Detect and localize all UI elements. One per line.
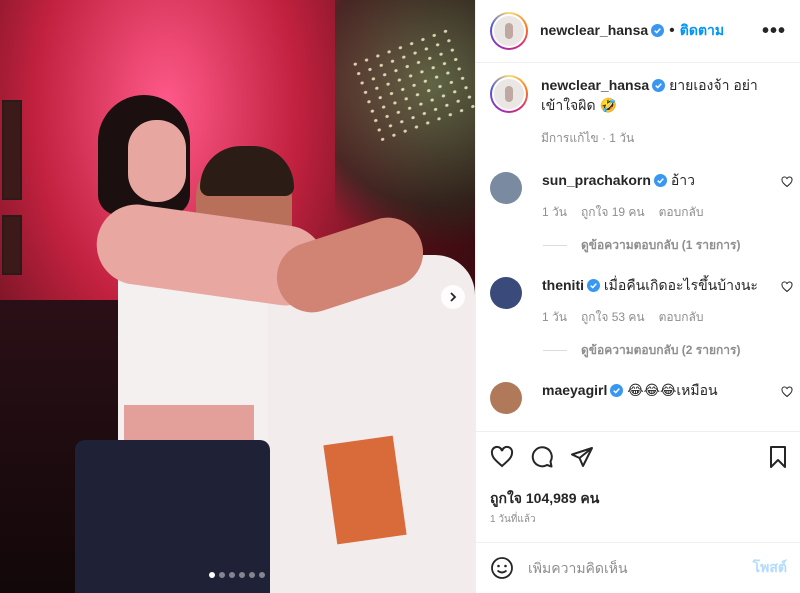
comment-text: 😂😂😂เหมือน: [627, 382, 718, 398]
comment-username[interactable]: theniti: [542, 277, 584, 293]
carousel-dot: [249, 572, 255, 578]
carousel-dot: [259, 572, 265, 578]
avatar[interactable]: [490, 277, 522, 309]
follow-button[interactable]: ติดตาม: [680, 20, 724, 42]
comment-likes[interactable]: ถูกใจ 19 คน: [581, 202, 645, 222]
header-username[interactable]: newclear_hansa: [540, 22, 648, 38]
carousel-dot: [209, 572, 215, 578]
photo-wall-frame: [2, 100, 22, 200]
caption-meta: มีการแก้ไข · 1 วัน: [541, 131, 635, 145]
comment-age: 1 วัน: [542, 310, 567, 324]
comment-username[interactable]: maeyagirl: [542, 382, 607, 398]
post-timestamp[interactable]: 1 วันที่แล้ว: [490, 512, 536, 527]
share-icon[interactable]: [570, 445, 594, 469]
post-side-panel: newclear_hansa • ติดตาม ••• newclear_han…: [475, 0, 800, 593]
heart-icon[interactable]: [781, 176, 793, 188]
comment-item: maeyagirl 😂😂😂เหมือน: [476, 380, 800, 414]
comment-age: 1 วัน: [542, 205, 567, 219]
photo-wall-frame: [2, 215, 22, 275]
comment-item: theniti เมื่อคืนเกิดอะไรขึ้นบ้างนะ 1 วัน…: [476, 275, 800, 327]
comment-meta: 1 วัน ถูกใจ 53 คน ตอบกลับ: [542, 307, 767, 327]
comment-input[interactable]: [528, 560, 753, 576]
header-user: newclear_hansa: [540, 22, 665, 40]
post-actions: [490, 445, 790, 475]
comments-list[interactable]: newclear_hansa ยายเองจ้า อย่าเข้าใจผิด 🤣…: [476, 63, 800, 432]
verified-badge-icon: [652, 79, 666, 92]
post-button[interactable]: โพสต์: [753, 557, 787, 579]
view-replies-button[interactable]: ดูข้อความตอบกลับ (1 รายการ): [543, 236, 800, 255]
header-separator: •: [669, 22, 675, 39]
post-header: newclear_hansa • ติดตาม •••: [476, 0, 800, 63]
verified-badge-icon: [610, 384, 624, 397]
photo-paper: [323, 435, 407, 545]
avatar[interactable]: [490, 382, 522, 414]
comment-body: maeyagirl 😂😂😂เหมือน: [542, 380, 767, 414]
view-replies-button[interactable]: ดูข้อความตอบกลับ (2 รายการ): [543, 341, 800, 360]
comment-username[interactable]: sun_prachakorn: [542, 172, 651, 188]
more-icon[interactable]: •••: [762, 20, 786, 43]
comment-text: อ้าว: [670, 172, 695, 188]
likes-count[interactable]: ถูกใจ 104,989 คน: [490, 488, 599, 510]
carousel-next-button[interactable]: [441, 285, 465, 309]
avatar[interactable]: [490, 12, 528, 50]
emoji-icon[interactable]: [490, 556, 514, 580]
comment-icon[interactable]: [530, 445, 554, 469]
bookmark-icon[interactable]: [766, 445, 790, 469]
view-replies-label: ดูข้อความตอบกลับ (2 รายการ): [581, 343, 741, 357]
reply-button[interactable]: ตอบกลับ: [659, 202, 704, 222]
caption-text-block: newclear_hansa ยายเองจ้า อย่าเข้าใจผิด 🤣: [541, 75, 787, 115]
verified-badge-icon: [587, 279, 600, 292]
photo-person-face: [128, 120, 186, 202]
avatar[interactable]: [490, 75, 528, 113]
comment-likes[interactable]: ถูกใจ 53 คน: [581, 307, 645, 327]
caption: newclear_hansa ยายเองจ้า อย่าเข้าใจผิด 🤣: [476, 63, 800, 115]
heart-icon[interactable]: [781, 386, 793, 398]
replies-divider: [543, 350, 567, 351]
comment-item: sun_prachakorn อ้าว 1 วัน ถูกใจ 19 คน ตอ…: [476, 170, 800, 222]
carousel-dot: [229, 572, 235, 578]
heart-icon[interactable]: [781, 281, 793, 293]
comment-body: theniti เมื่อคืนเกิดอะไรขึ้นบ้างนะ 1 วัน…: [542, 275, 767, 327]
comment-composer: โพสต์: [476, 542, 800, 593]
carousel-dot: [239, 572, 245, 578]
photo-person-hair: [200, 146, 294, 196]
carousel-dot: [219, 572, 225, 578]
carousel-dots: [209, 572, 265, 578]
post-photo[interactable]: [0, 0, 475, 593]
chevron-right-icon: [450, 292, 457, 302]
comment-meta: 1 วัน ถูกใจ 19 คน ตอบกลับ: [542, 202, 767, 222]
comment-body: sun_prachakorn อ้าว 1 วัน ถูกใจ 19 คน ตอ…: [542, 170, 767, 222]
photo-person-jeans: [75, 440, 270, 593]
caption-username[interactable]: newclear_hansa: [541, 77, 649, 93]
comment-text: เมื่อคืนเกิดอะไรขึ้นบ้างนะ: [603, 277, 758, 293]
verified-badge-icon: [653, 174, 667, 187]
avatar[interactable]: [490, 172, 522, 204]
view-replies-label: ดูข้อความตอบกลับ (1 รายการ): [581, 238, 741, 252]
reply-button[interactable]: ตอบกลับ: [659, 307, 704, 327]
photo-person-shirt: [240, 255, 475, 593]
verified-badge-icon: [651, 24, 665, 37]
heart-icon[interactable]: [490, 445, 514, 469]
replies-divider: [543, 245, 567, 246]
